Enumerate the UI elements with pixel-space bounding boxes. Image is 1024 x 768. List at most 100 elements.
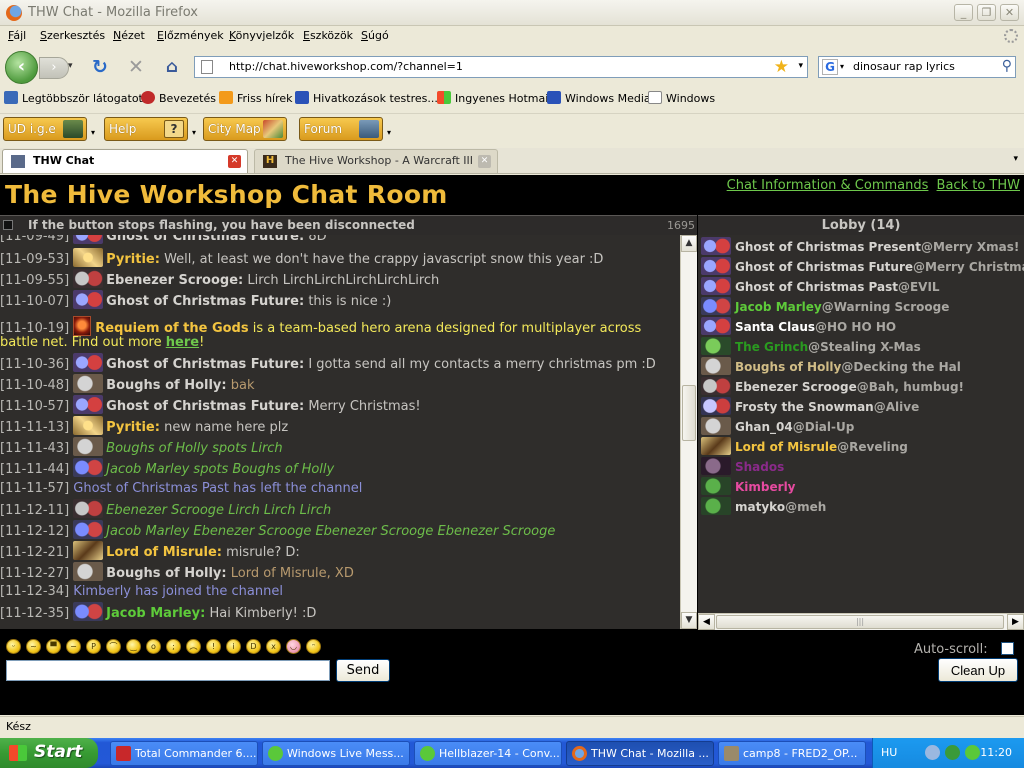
lobby-user[interactable]: Ebenezer Scrooge@Bah, humbug! [701,377,964,397]
ud-ige-button[interactable]: UD i.g.e [3,117,87,141]
bookmark-windows-media[interactable]: Windows Media [547,91,651,105]
home-icon[interactable]: ⌂ [161,56,183,78]
scroll-thumb[interactable] [682,385,696,441]
tab-hive-workshop[interactable]: H The Hive Workshop - A Warcraft III M..… [254,149,498,173]
lobby-user[interactable]: Ghost of Christmas Future@Merry Christma… [701,257,1024,277]
star-icon[interactable]: ★ [774,57,789,77]
back-tray-icon[interactable] [925,745,940,760]
minimize-button[interactable]: _ [954,4,973,21]
help-button[interactable]: Help? [104,117,188,141]
tab-thw-chat[interactable]: THW Chat ✕ [2,149,248,173]
taskbar-fred2[interactable]: camp8 - FRED2_OP... [718,741,866,766]
chat-scrollbar[interactable]: ▲ ▼ [680,235,697,629]
lobby-user[interactable]: Shados [701,457,784,477]
url-text[interactable]: http://chat.hiveworkshop.com/?channel=1 [229,60,463,73]
bookmark-hotmail[interactable]: Ingyenes Hotmail [437,91,551,105]
close-tab-icon[interactable]: ✕ [228,155,241,168]
lobby-user[interactable]: Ghost of Christmas Past@EVIL [701,277,940,297]
smiley-frown-icon[interactable]: ︵ [186,639,201,654]
lobby-user[interactable]: Ghost of Christmas Present@Merry Xmas! [701,237,1019,257]
send-button[interactable]: Send [336,659,390,682]
smiley-blush-icon[interactable]: ◡ [286,639,301,654]
stop-icon[interactable]: ✕ [125,56,147,78]
bookmark-most-visited[interactable]: Legtöbbször látogatott [4,91,147,105]
scroll-thumb[interactable]: ||| [716,615,1004,629]
search-input[interactable]: dinosaur rap lyrics [853,60,955,73]
back-to-thw-link[interactable]: Back to THW [937,178,1020,193]
menu-bookmarks[interactable]: Könyvjelzők [229,29,294,42]
lobby-user[interactable]: Santa Claus@HO HO HO [701,317,896,337]
smiley-cool-icon[interactable]: ▀ [46,639,61,654]
scroll-right-icon[interactable]: ▶ [1007,614,1024,630]
chat-info-link[interactable]: Chat Information & Commands [727,178,929,193]
menu-edit[interactable]: Szerkesztés [40,29,105,42]
taskbar-hellblazer[interactable]: Hellblazer-14 - Conv... [414,741,562,766]
ud-dropdown-icon[interactable]: ▾ [91,128,95,137]
help-dropdown-icon[interactable]: ▾ [192,128,196,137]
promo-here-link[interactable]: here [166,335,199,350]
city-map-button[interactable]: City Map [203,117,287,141]
tab-list-dropdown-icon[interactable]: ▾ [1013,154,1018,164]
message-input[interactable] [6,660,330,681]
lobby-scrollbar[interactable]: ◀ ||| ▶ [698,613,1024,630]
smiley-exclaim-icon[interactable]: ! [206,639,221,654]
connection-indicator[interactable] [3,220,13,230]
history-dropdown-icon[interactable]: ▾ [68,61,73,71]
bookmark-getting-started[interactable]: Bevezetés [141,91,216,105]
bookmark-customize-links[interactable]: Hivatkozások testres... [295,91,438,105]
start-button[interactable]: Start [0,738,98,768]
bookmark-latest-headlines[interactable]: Friss hírek [219,91,293,105]
scroll-down-icon[interactable]: ▼ [681,612,697,629]
smiley-grin-icon[interactable]: ᵕ [6,639,21,654]
engine-dropdown-icon[interactable]: ▾ [840,62,844,71]
smiley-neutral-icon[interactable]: − [66,639,81,654]
smiley-evil-icon[interactable]: ᵔ [306,639,321,654]
taskbar-thw-chat[interactable]: THW Chat - Mozilla ... [566,741,714,766]
forum-button[interactable]: Forum [299,117,383,141]
messenger-tray-icon[interactable] [965,745,980,760]
clean-up-button[interactable]: Clean Up [938,658,1018,682]
close-tab-icon[interactable]: ✕ [478,155,491,168]
menu-tools[interactable]: Eszközök [303,29,353,42]
smiley-sad-icon[interactable]: ⌒ [106,639,121,654]
reload-icon[interactable]: ↻ [89,56,111,78]
smiley-mad-icon[interactable]: x [266,639,281,654]
search-go-icon[interactable]: ⚲ [1002,58,1012,74]
taskbar-windows-live-messenger[interactable]: Windows Live Mess... [262,741,410,766]
url-bar[interactable]: http://chat.hiveworkshop.com/?channel=1 … [194,56,808,78]
network-icon[interactable] [945,745,960,760]
menu-file[interactable]: Fájl [8,29,26,42]
lobby-user[interactable]: Jacob Marley@Warning Scrooge [701,297,949,317]
lobby-user[interactable]: Boughs of Holly@Decking the Hal [701,357,961,377]
bookmark-windows[interactable]: Windows [648,91,715,105]
forward-icon[interactable]: › [39,57,69,79]
forum-dropdown-icon[interactable]: ▾ [387,128,391,137]
search-bar[interactable]: G ▾ dinosaur rap lyrics ⚲ [818,56,1016,78]
lobby-user[interactable]: matyko@meh [701,497,826,517]
menu-view[interactable]: Nézet [113,29,145,42]
smiley-confused-icon[interactable]: ~ [26,639,41,654]
close-window-button[interactable]: ✕ [1000,4,1019,21]
url-dropdown-icon[interactable]: ▾ [798,61,803,71]
smiley-smile-icon[interactable]: ‿ [126,639,141,654]
menu-history[interactable]: Előzmények [157,29,224,42]
lobby-user[interactable]: Frosty the Snowman@Alive [701,397,919,417]
autoscroll-checkbox[interactable] [1001,642,1014,655]
smiley-laugh-icon[interactable]: D [246,639,261,654]
lobby-user[interactable]: The Grinch@Stealing X-Mas [701,337,921,357]
scroll-left-icon[interactable]: ◀ [698,614,715,630]
back-icon[interactable]: ‹ [5,51,38,84]
lobby-user[interactable]: Ghan_04@Dial-Up [701,417,854,437]
maximize-button[interactable]: ❐ [977,4,996,21]
smiley-tongue-icon[interactable]: P [86,639,101,654]
lobby-user[interactable]: Kimberly [701,477,796,497]
menu-help[interactable]: Súgó [361,29,389,42]
chat-log[interactable]: [11-09-49] Ghost of Christmas Future: 8D … [0,235,680,629]
smiley-wink-icon[interactable]: ; [166,639,181,654]
language-indicator[interactable]: HU [881,746,897,759]
lobby-user[interactable]: Lord of Misrule@Reveling [701,437,908,457]
taskbar-total-commander[interactable]: Total Commander 6.... [110,741,258,766]
smiley-idea-icon[interactable]: i [226,639,241,654]
lobby-user-list[interactable]: Ghost of Christmas Present@Merry Xmas! G… [698,235,1024,617]
smiley-surprised-icon[interactable]: o [146,639,161,654]
